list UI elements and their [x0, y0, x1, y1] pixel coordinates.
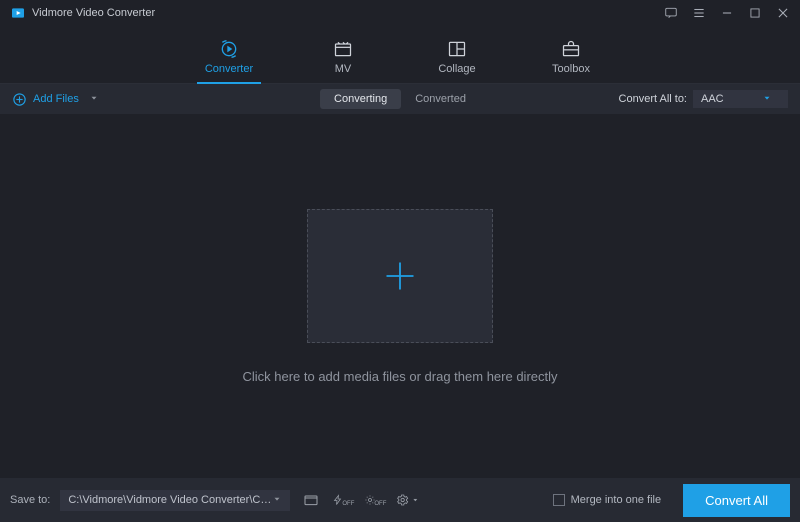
tab-label: Converter: [205, 63, 253, 75]
save-path-select[interactable]: C:\Vidmore\Vidmore Video Converter\Conve…: [60, 490, 290, 511]
format-selected-value: AAC: [701, 93, 724, 105]
hardware-accel-button[interactable]: OFF: [332, 491, 354, 509]
close-icon[interactable]: [776, 6, 790, 20]
convert-all-to: Convert All to: AAC: [619, 90, 788, 108]
settings-button[interactable]: [396, 491, 418, 509]
add-files-label: Add Files: [33, 93, 79, 105]
tab-label: Toolbox: [552, 63, 590, 75]
window-controls: [664, 6, 790, 20]
tab-label: Collage: [438, 63, 475, 75]
converter-icon: [218, 39, 240, 59]
app-title: Vidmore Video Converter: [32, 7, 155, 19]
footer: Save to: C:\Vidmore\Vidmore Video Conver…: [0, 478, 800, 522]
toolbar: Add Files Converting Converted Convert A…: [0, 84, 800, 114]
collage-icon: [446, 39, 468, 59]
checkbox-icon: [553, 494, 565, 506]
plus-icon: [382, 258, 418, 294]
dropzone-hint: Click here to add media files or drag th…: [242, 369, 557, 384]
mv-icon: [332, 39, 354, 59]
maximize-icon[interactable]: [748, 6, 762, 20]
high-speed-button[interactable]: OFF: [364, 491, 386, 509]
titlebar: Vidmore Video Converter: [0, 0, 800, 26]
tab-converter[interactable]: Converter: [201, 39, 257, 83]
main-area: Click here to add media files or drag th…: [0, 114, 800, 478]
merge-checkbox[interactable]: Merge into one file: [553, 494, 662, 506]
save-to-label: Save to:: [10, 494, 50, 506]
app-logo-icon: [10, 5, 26, 21]
tab-label: MV: [335, 63, 352, 75]
caret-down-icon: [89, 93, 99, 106]
convert-all-button[interactable]: Convert All: [683, 484, 790, 517]
convert-all-to-label: Convert All to:: [619, 93, 687, 105]
merge-label: Merge into one file: [571, 494, 662, 506]
tab-collage[interactable]: Collage: [429, 39, 485, 83]
toolbox-icon: [560, 39, 582, 59]
add-files-button[interactable]: Add Files: [12, 92, 99, 107]
dropzone[interactable]: [307, 209, 493, 343]
caret-down-icon: [272, 494, 282, 507]
subtab-converted[interactable]: Converted: [401, 89, 480, 109]
titlebar-left: Vidmore Video Converter: [10, 5, 155, 21]
menu-icon[interactable]: [692, 6, 706, 20]
format-select[interactable]: AAC: [693, 90, 788, 108]
navbar: Converter MV Collage Toolbox: [0, 26, 800, 84]
subtab-converting[interactable]: Converting: [320, 89, 401, 109]
save-path-value: C:\Vidmore\Vidmore Video Converter\Conve…: [68, 494, 272, 506]
tab-mv[interactable]: MV: [315, 39, 371, 83]
minimize-icon[interactable]: [720, 6, 734, 20]
open-folder-button[interactable]: [300, 491, 322, 509]
tab-toolbox[interactable]: Toolbox: [543, 39, 599, 83]
feedback-icon[interactable]: [664, 6, 678, 20]
subtabs: Converting Converted: [320, 89, 480, 109]
plus-circle-icon: [12, 92, 27, 107]
